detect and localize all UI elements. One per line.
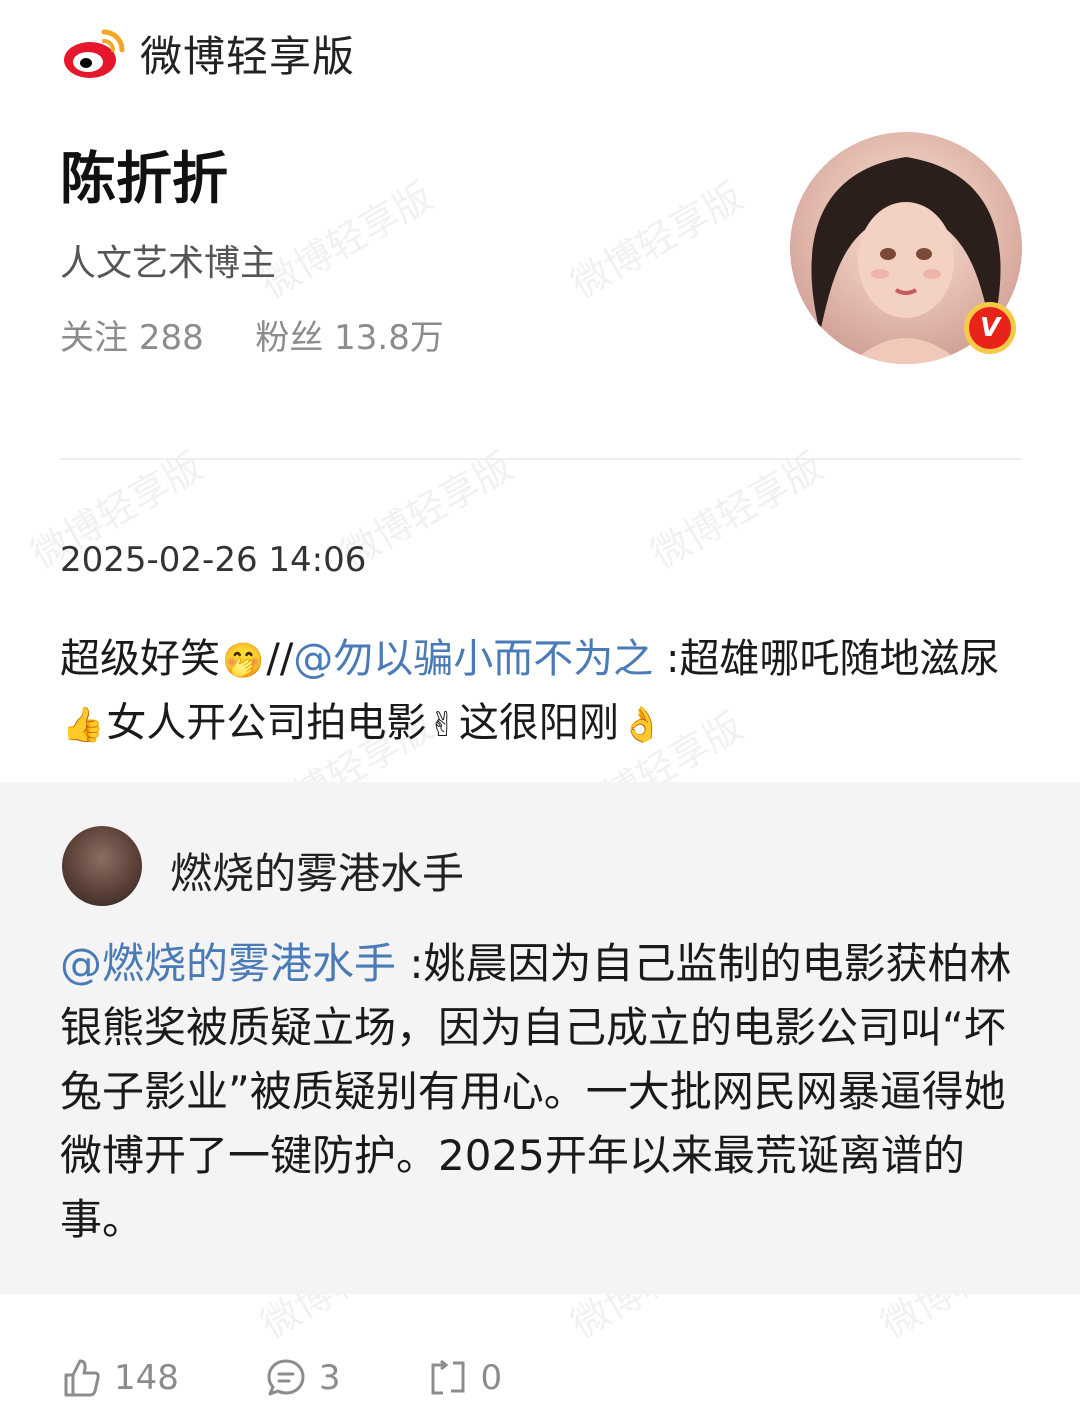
action-bar: 148 3 0	[60, 1348, 588, 1408]
post-text-part: 超级好笑	[60, 636, 220, 682]
profile-stats: 关注 288 粉丝 13.8万	[60, 310, 780, 359]
post-text: 超级好笑🤭//@勿以骗小而不为之 :超雄哪吒随地滋尿 👍女人开公司拍电影✌这很阳刚…	[60, 628, 1030, 756]
reposted-post[interactable]: 燃烧的雾港水手 @燃烧的雾港水手 :姚晨因为自己监制的电影获柏林银熊奖被质疑立场…	[0, 782, 1080, 1294]
repost-user-name[interactable]: 燃烧的雾港水手	[170, 840, 464, 901]
comment-icon	[267, 1359, 305, 1396]
app-header: 微博轻享版	[60, 18, 355, 88]
post-text-part: 女人开公司拍电影	[106, 700, 427, 746]
profile-header: 陈折折 人文艺术博主 关注 288 粉丝 13.8万	[60, 140, 780, 359]
repost-icon	[431, 1359, 465, 1395]
repost-text: @燃烧的雾港水手 :姚晨因为自己监制的电影获柏林银熊奖被质疑立场，因为自己成立的…	[60, 932, 1020, 1252]
thumbs-up-icon	[64, 1359, 100, 1397]
comment-button[interactable]: 3	[265, 1357, 341, 1399]
like-button[interactable]: 148	[60, 1357, 179, 1399]
profile-name[interactable]: 陈折折	[60, 140, 780, 220]
post-text-part: //	[266, 636, 294, 682]
followers-label[interactable]: 粉丝	[255, 318, 323, 358]
repost-count: 0	[480, 1358, 503, 1398]
like-count: 148	[114, 1358, 179, 1398]
profile-description: 人文艺术博主	[60, 243, 277, 284]
app-title: 微博轻享版	[140, 31, 356, 81]
followers-count[interactable]: 13.8万	[334, 318, 444, 358]
following-count[interactable]: 288	[139, 318, 204, 358]
mention-link[interactable]: @勿以骗小而不为之	[293, 636, 653, 682]
thumbs-up-emoji-icon: 👍	[62, 705, 105, 745]
repost-mention-link[interactable]: @燃烧的雾港水手	[60, 939, 396, 988]
post-timestamp: 2025-02-26 14:06	[60, 540, 367, 580]
verified-badge-icon: V	[964, 302, 1016, 354]
profile-avatar[interactable]: V	[790, 132, 1022, 364]
post-text-part: :超雄哪吒随地滋尿	[653, 636, 1000, 682]
divider	[60, 458, 1022, 460]
repost-user-avatar[interactable]	[62, 826, 142, 906]
following-label[interactable]: 关注	[60, 318, 128, 358]
ok-hand-emoji-icon: 👌	[620, 705, 664, 745]
post-text-part: 这很阳刚	[458, 700, 619, 746]
victory-hand-emoji-icon: ✌	[428, 705, 457, 745]
weibo-logo-icon	[64, 29, 125, 78]
comment-count: 3	[318, 1358, 341, 1398]
hand-over-mouth-emoji-icon: 🤭	[222, 641, 265, 681]
repost-button[interactable]: 0	[427, 1357, 503, 1399]
